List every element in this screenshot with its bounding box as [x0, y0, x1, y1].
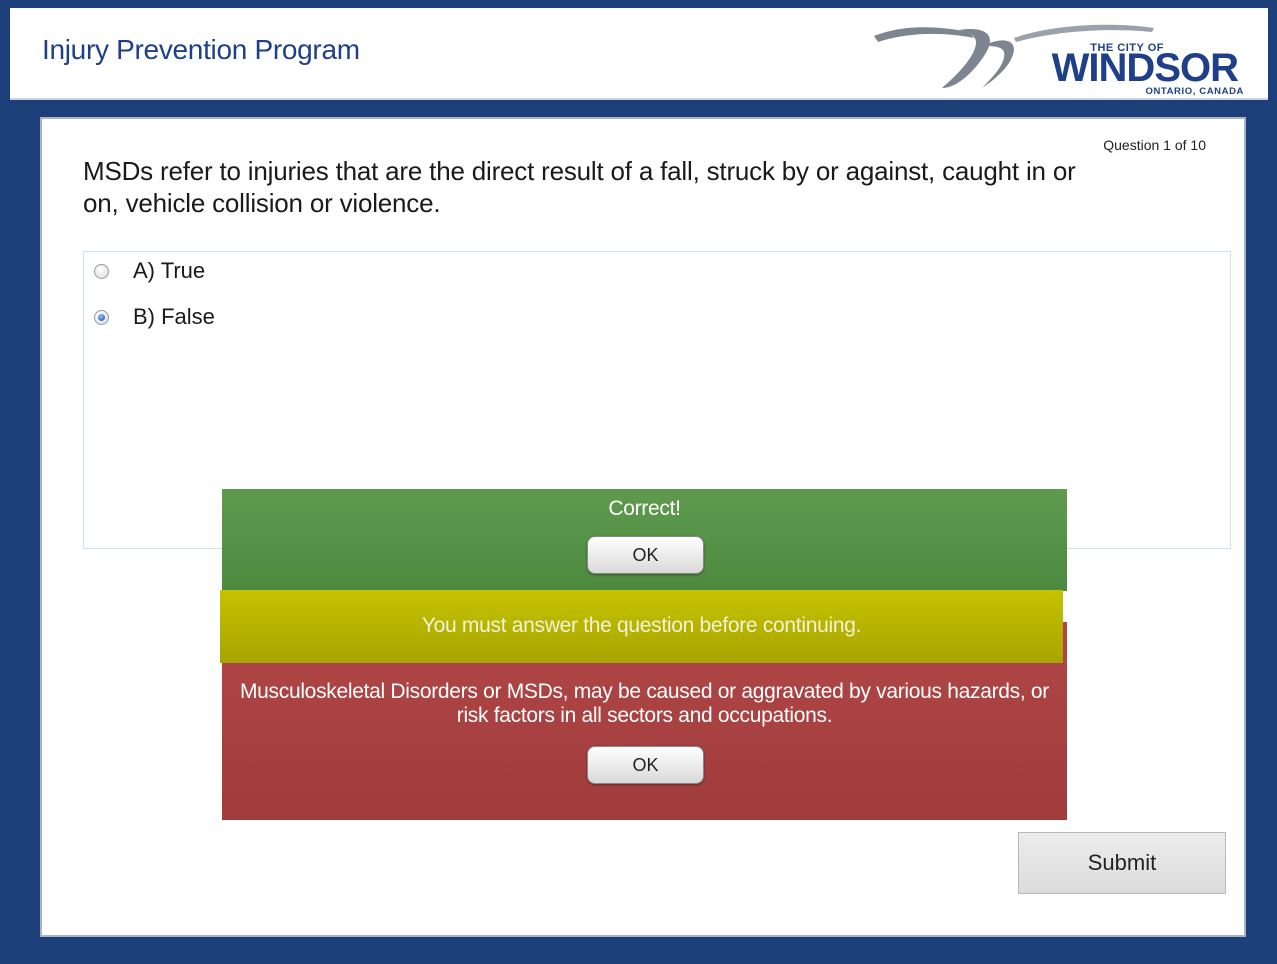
- option-false[interactable]: B) False: [94, 302, 215, 332]
- logo-sub-text: ONTARIO, CANADA: [1145, 86, 1244, 97]
- correct-feedback: Correct! OK: [222, 489, 1067, 591]
- radio-unselected-icon[interactable]: [94, 263, 109, 279]
- option-label: A) True: [133, 258, 206, 283]
- option-true[interactable]: A) True: [94, 256, 205, 286]
- option-label: B) False: [133, 304, 215, 329]
- submit-button[interactable]: Submit: [1018, 832, 1226, 894]
- warning-feedback: You must answer the question before cont…: [220, 590, 1063, 663]
- correct-ok-button[interactable]: OK: [587, 536, 704, 574]
- incorrect-message: Musculoskeletal Disorders or MSDs, may b…: [239, 680, 1050, 727]
- incorrect-ok-button[interactable]: OK: [587, 746, 704, 784]
- windsor-logo: THE CITY OF WINDSOR ONTARIO, CANADA: [864, 16, 1254, 97]
- program-title: Injury Prevention Program: [42, 34, 360, 65]
- radio-selected-icon[interactable]: [94, 309, 109, 325]
- correct-message: Correct!: [608, 497, 681, 520]
- header-bar: Injury Prevention Program THE CITY OF WI…: [10, 8, 1268, 100]
- question-counter: Question 1 of 10: [1103, 137, 1206, 153]
- warning-message: You must answer the question before cont…: [421, 614, 862, 637]
- logo-name: WINDSOR: [1051, 46, 1239, 90]
- question-text: MSDs refer to injuries that are the dire…: [83, 156, 1076, 218]
